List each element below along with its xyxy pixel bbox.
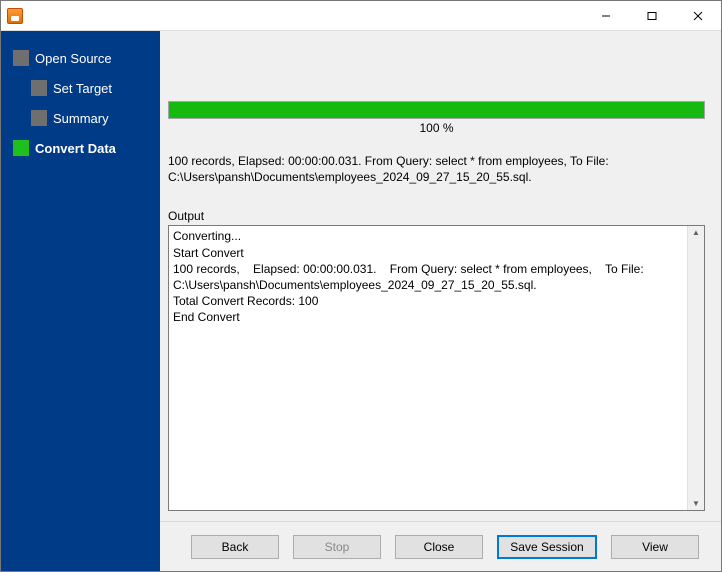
close-window-button[interactable] — [675, 1, 721, 30]
sidebar-item-summary[interactable]: Summary — [1, 103, 160, 133]
save-session-button[interactable]: Save Session — [497, 535, 597, 559]
stop-button: Stop — [293, 535, 381, 559]
view-button[interactable]: View — [611, 535, 699, 559]
wizard-sidebar: Open Source Set Target Summary Convert D… — [1, 31, 160, 571]
step-box-icon — [13, 50, 29, 66]
maximize-button[interactable] — [629, 1, 675, 30]
sidebar-item-label: Convert Data — [35, 141, 116, 156]
sidebar-item-open-source[interactable]: Open Source — [1, 43, 160, 73]
step-box-icon — [31, 80, 47, 96]
wizard-button-row: Back Stop Close Save Session View — [160, 521, 721, 571]
main-panel: 100 % 100 records, Elapsed: 00:00:00.031… — [160, 31, 721, 571]
app-icon — [7, 8, 23, 24]
sidebar-item-set-target[interactable]: Set Target — [1, 73, 160, 103]
conversion-summary-text: 100 records, Elapsed: 00:00:00.031. From… — [168, 153, 705, 185]
scroll-up-icon: ▲ — [692, 228, 700, 237]
close-button[interactable]: Close — [395, 535, 483, 559]
progress-section: 100 % — [168, 101, 705, 135]
progress-bar — [168, 101, 705, 119]
output-box: Converting... Start Convert 100 records,… — [168, 225, 705, 511]
sidebar-item-label: Summary — [53, 111, 109, 126]
output-textarea[interactable]: Converting... Start Convert 100 records,… — [169, 226, 687, 510]
sidebar-item-label: Set Target — [53, 81, 112, 96]
sidebar-item-label: Open Source — [35, 51, 112, 66]
progress-percent: 100 % — [168, 121, 705, 135]
back-button[interactable]: Back — [191, 535, 279, 559]
minimize-button[interactable] — [583, 1, 629, 30]
scroll-down-icon: ▼ — [692, 499, 700, 508]
minimize-icon — [601, 11, 611, 21]
close-icon — [693, 11, 703, 21]
step-box-icon — [31, 110, 47, 126]
output-label: Output — [168, 209, 705, 223]
step-box-icon — [13, 140, 29, 156]
sidebar-item-convert-data[interactable]: Convert Data — [1, 133, 160, 163]
output-scrollbar[interactable]: ▲ ▼ — [687, 226, 704, 510]
maximize-icon — [647, 11, 657, 21]
titlebar — [1, 1, 721, 31]
